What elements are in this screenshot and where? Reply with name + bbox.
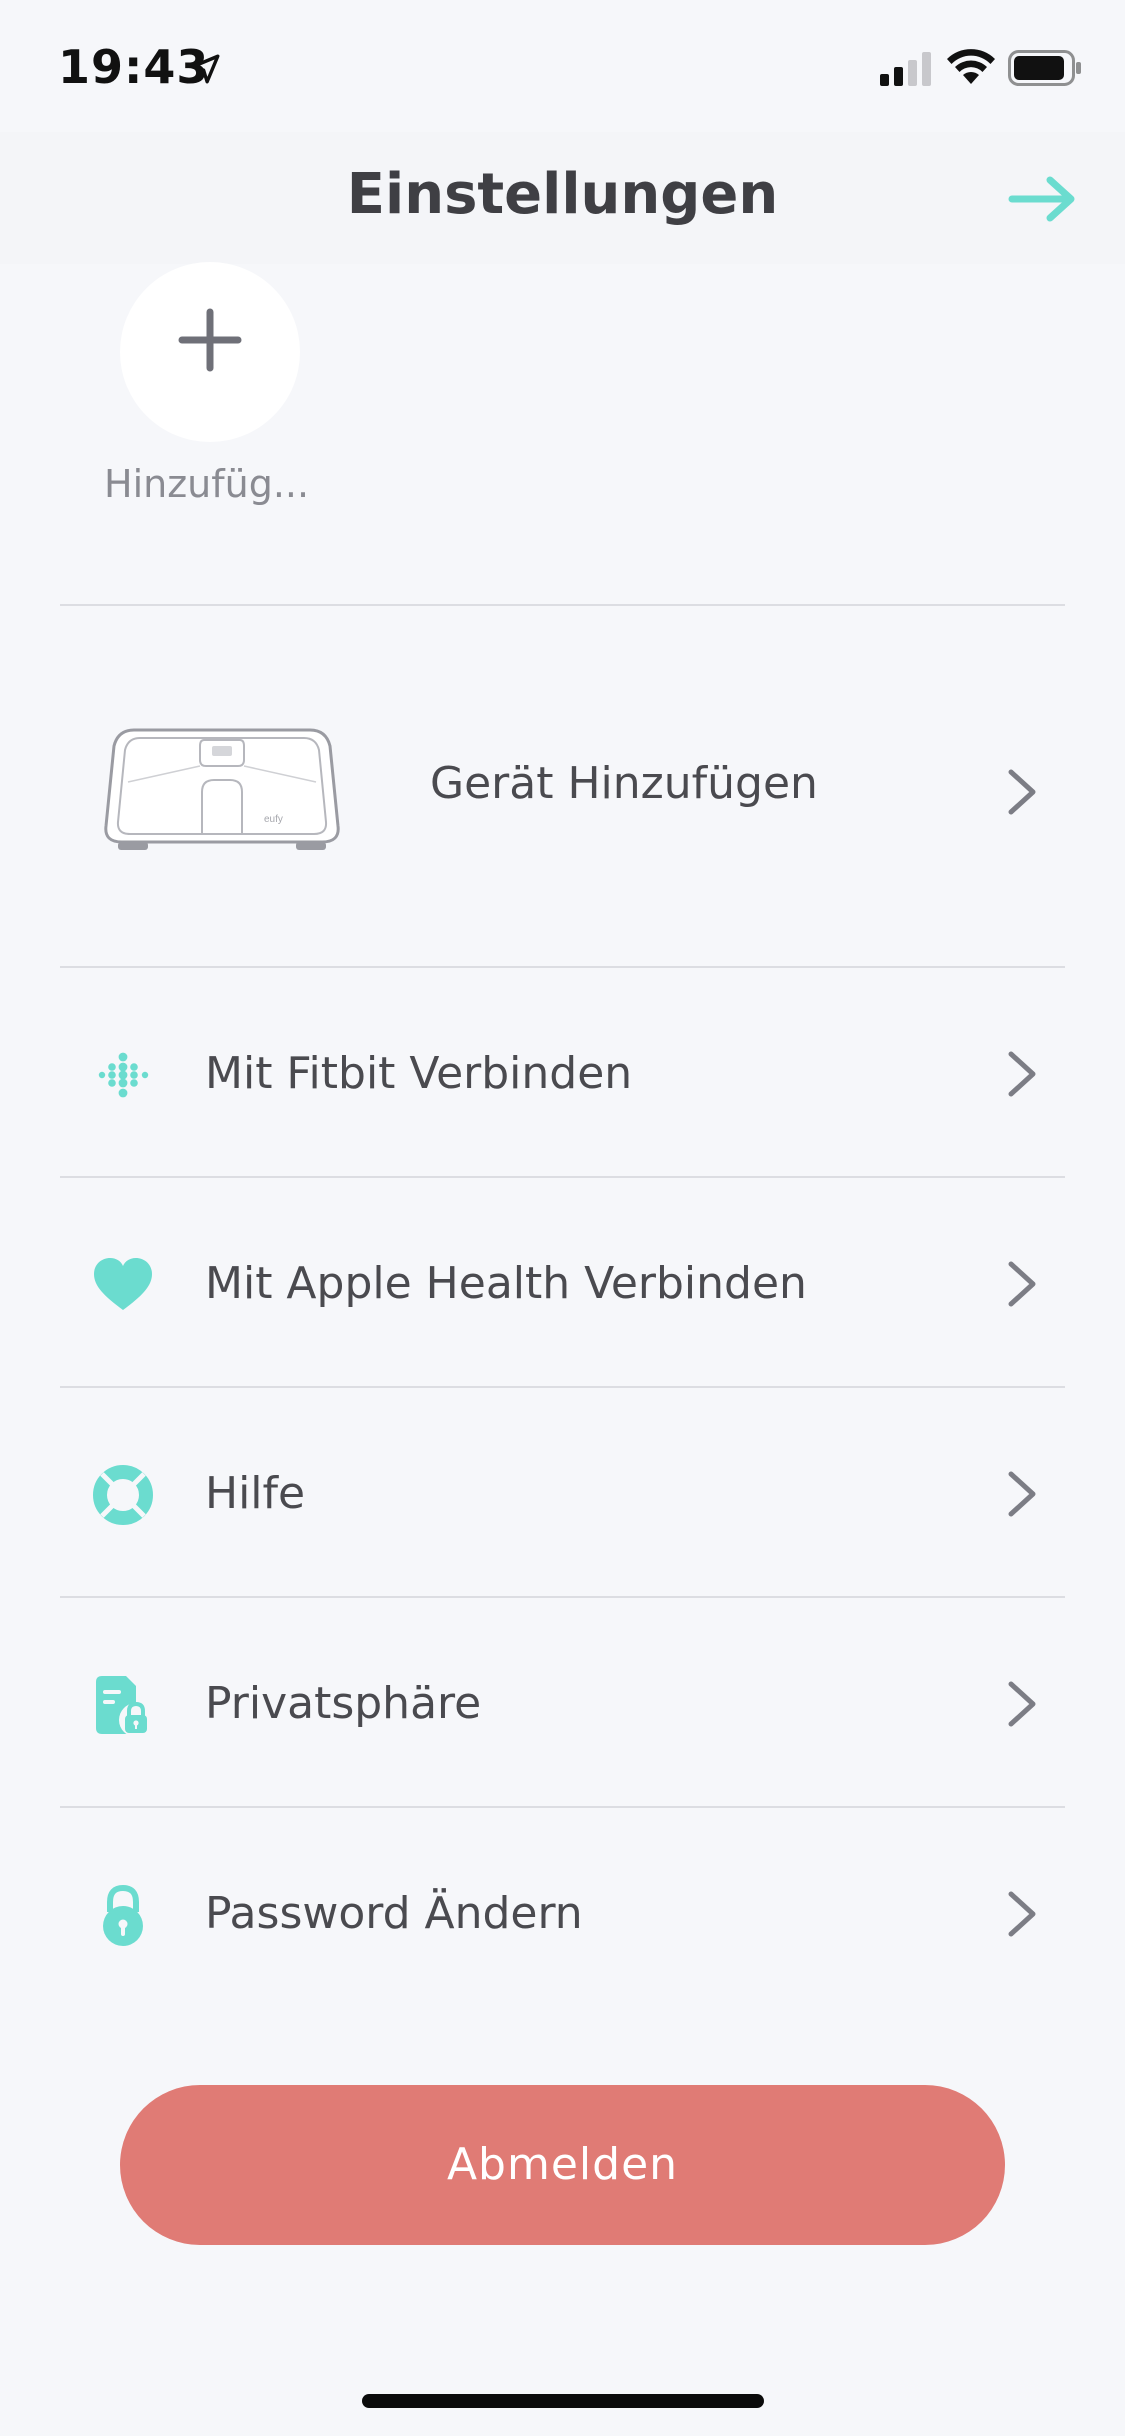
add-profile-label: Hinzufüg...: [104, 462, 310, 506]
chevron-right-icon: [1008, 1681, 1036, 1727]
add-profile-circle[interactable]: [120, 262, 300, 442]
page-title: Einstellungen: [346, 162, 779, 227]
status-time: 19:43: [58, 40, 210, 94]
chevron-right-icon: [1008, 1471, 1036, 1517]
cellular-signal-icon: [880, 52, 931, 86]
plus-icon: [178, 308, 242, 372]
wifi-icon: [947, 49, 995, 84]
menu-item-privacy[interactable]: Privatsphäre: [0, 1598, 1125, 1808]
status-bar: 19:43: [0, 0, 1125, 132]
add-device-row[interactable]: eufy Gerät Hinzufügen: [0, 606, 1125, 968]
menu-item-apple-health[interactable]: Mit Apple Health Verbinden: [0, 1178, 1125, 1388]
chevron-right-icon: [1008, 1051, 1036, 1097]
menu-item-label: Privatsphäre: [205, 1678, 482, 1729]
smart-scale-illustration: eufy: [104, 728, 340, 850]
heart-icon: [94, 1258, 152, 1310]
eufy-brand-mark: eufy: [264, 814, 283, 825]
navigation-bar: Einstellungen: [0, 132, 1125, 264]
menu-item-label: Mit Apple Health Verbinden: [205, 1258, 807, 1309]
battery-icon: [1008, 50, 1081, 86]
location-arrow-icon: [190, 54, 220, 84]
logout-button[interactable]: Abmelden: [120, 2085, 1005, 2245]
add-profile-button[interactable]: Hinzufüg...: [104, 262, 314, 506]
fitbit-icon: [98, 1052, 149, 1098]
chevron-right-icon: [1008, 1891, 1036, 1937]
menu-item-change-password[interactable]: Password Ändern: [0, 1808, 1125, 2018]
privacy-document-lock-icon: [96, 1676, 153, 1737]
padlock-icon: [103, 1884, 143, 1946]
home-indicator[interactable]: [362, 2394, 764, 2408]
menu-item-label: Mit Fitbit Verbinden: [205, 1048, 633, 1099]
menu-item-label: Password Ändern: [205, 1888, 583, 1939]
arrow-right-icon[interactable]: [1008, 174, 1078, 224]
chevron-right-icon: [1008, 769, 1036, 815]
lifebuoy-icon: [93, 1465, 153, 1525]
menu-item-label: Hilfe: [205, 1468, 306, 1519]
menu-item-fitbit[interactable]: Mit Fitbit Verbinden: [0, 968, 1125, 1178]
add-device-label: Gerät Hinzufügen: [430, 758, 818, 809]
chevron-right-icon: [1008, 1261, 1036, 1307]
menu-item-help[interactable]: Hilfe: [0, 1388, 1125, 1598]
